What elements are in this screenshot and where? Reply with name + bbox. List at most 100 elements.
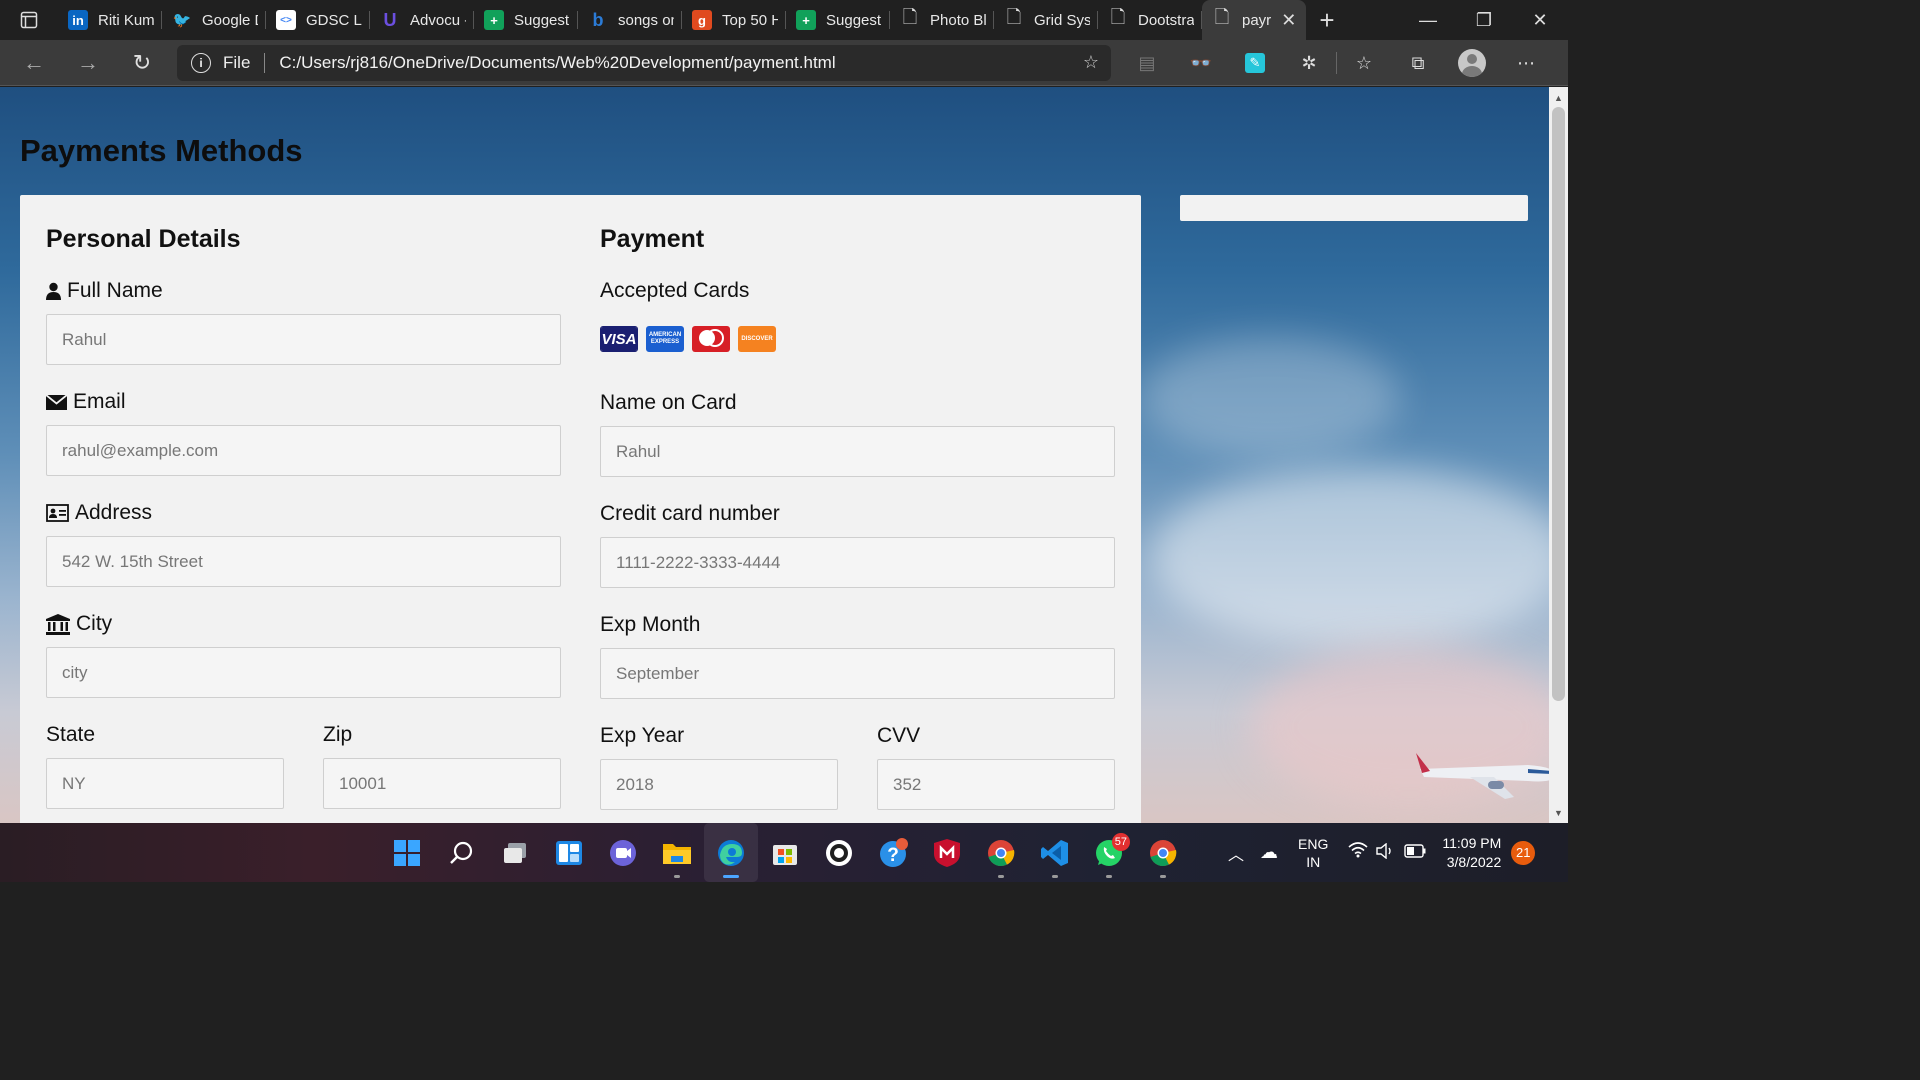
- payment-heading: Payment: [600, 225, 705, 253]
- chrome-icon: [988, 839, 1015, 866]
- forward-button[interactable]: →: [61, 40, 115, 86]
- close-tab-icon[interactable]: ✕: [1281, 10, 1296, 31]
- help-button[interactable]: ?: [866, 823, 920, 882]
- taskbar-apps: ? 57: [380, 823, 1190, 882]
- tab-strip: in Riti Kuma 🐦 Google D <> GDSC Le U Advocu - + S…: [0, 0, 1568, 40]
- wifi-icon[interactable]: [1348, 842, 1368, 863]
- widgets-button[interactable]: [542, 823, 596, 882]
- address-card-icon: [46, 504, 69, 522]
- tab[interactable]: b songs on: [578, 0, 682, 40]
- extensions-puzzle-icon[interactable]: ✲: [1282, 40, 1336, 86]
- tab-label: Top 50 H: [722, 11, 778, 29]
- tab[interactable]: + Suggesti: [786, 0, 890, 40]
- start-button[interactable]: [380, 823, 434, 882]
- refresh-button[interactable]: ↻: [115, 40, 169, 86]
- city-input[interactable]: [46, 647, 561, 698]
- address-label-text: Address: [75, 501, 153, 524]
- tab[interactable]: 🗋 Grid Syst: [994, 0, 1098, 40]
- more-menu-icon[interactable]: ⋯: [1499, 40, 1553, 86]
- volume-icon[interactable]: [1376, 842, 1396, 862]
- toolbar-icons: ▤ 👓 ✎ ✲ ☆ ⧉ ⋯: [1120, 40, 1553, 86]
- minimize-button[interactable]: —: [1400, 0, 1456, 40]
- language-region: IN: [1306, 853, 1321, 870]
- tab[interactable]: in Riti Kuma: [58, 0, 162, 40]
- whatsapp-badge: 57: [1111, 833, 1130, 851]
- city-label: City: [46, 612, 112, 636]
- task-view-button[interactable]: [488, 823, 542, 882]
- restore-button[interactable]: ❐: [1456, 0, 1512, 40]
- name-on-card-input[interactable]: [600, 426, 1115, 477]
- tab-label: payr: [1242, 11, 1272, 29]
- clock[interactable]: 11:09 PM 3/8/2022: [1442, 834, 1501, 872]
- tab[interactable]: 🗋 Dootstra: [1098, 0, 1202, 40]
- cvv-input[interactable]: [877, 759, 1115, 810]
- tab-active[interactable]: 🗋 payr ✕: [1202, 0, 1306, 40]
- page-viewport: Payments Methods Personal Details Full N…: [0, 87, 1549, 823]
- onedrive-cloud-icon[interactable]: ☁: [1260, 842, 1278, 863]
- chrome-icon: [1150, 839, 1177, 866]
- collections-icon[interactable]: ⧉: [1391, 40, 1445, 86]
- search-button[interactable]: [434, 823, 488, 882]
- exp-year-input[interactable]: [600, 759, 838, 810]
- info-icon[interactable]: i: [191, 53, 211, 73]
- system-tray: ︿ ☁ ENG IN 11:09 PM 3/8/2022 21: [1228, 823, 1536, 882]
- extension-glasses-icon[interactable]: 👓: [1174, 40, 1228, 86]
- file-explorer-button[interactable]: [650, 823, 704, 882]
- email-input[interactable]: [46, 425, 561, 476]
- scroll-up-icon[interactable]: ▲: [1549, 89, 1568, 106]
- address-bar[interactable]: i File C:/Users/rj816/OneDrive/Documents…: [177, 45, 1111, 81]
- vscode-button[interactable]: [1028, 823, 1082, 882]
- tab[interactable]: g Top 50 H: [682, 0, 786, 40]
- profile-button[interactable]: [1445, 40, 1499, 86]
- tab[interactable]: 🐦 Google D: [162, 0, 266, 40]
- address-input[interactable]: [46, 536, 561, 587]
- full-name-label-text: Full Name: [67, 279, 163, 302]
- tab[interactable]: + Suggesti: [474, 0, 578, 40]
- extension-pen-icon[interactable]: ✎: [1228, 40, 1282, 86]
- city-label-text: City: [76, 612, 113, 635]
- back-button[interactable]: ←: [7, 40, 61, 86]
- zip-label: Zip: [323, 723, 353, 746]
- institution-icon: [46, 613, 70, 635]
- full-name-input[interactable]: [46, 314, 561, 365]
- page-title: Payments Methods: [20, 133, 303, 168]
- teams-chat-button[interactable]: [596, 823, 650, 882]
- tab-label: GDSC Le: [306, 11, 362, 29]
- exp-month-input[interactable]: [600, 648, 1115, 699]
- card-number-input[interactable]: [600, 537, 1115, 588]
- favorites-icon[interactable]: ☆: [1337, 40, 1391, 86]
- gdsc-icon: <>: [276, 10, 296, 30]
- new-tab-button[interactable]: +: [1306, 0, 1348, 40]
- search-icon: [450, 841, 473, 864]
- tab[interactable]: 🗋 Photo Bl: [890, 0, 994, 40]
- scrollbar-thumb[interactable]: [1552, 107, 1565, 701]
- tab-label: Advocu -: [410, 11, 466, 29]
- scroll-down-icon[interactable]: ▼: [1549, 804, 1568, 821]
- chevron-up-icon[interactable]: ︿: [1228, 841, 1244, 865]
- zip-input[interactable]: [323, 758, 561, 809]
- payment-form-card: Personal Details Full Name Email Addr: [20, 195, 1141, 823]
- battery-icon[interactable]: [1404, 844, 1426, 861]
- vscode-icon: [1041, 839, 1068, 866]
- reading-view-icon[interactable]: ▤: [1120, 40, 1174, 86]
- notification-badge[interactable]: 21: [1511, 840, 1536, 865]
- chrome-button[interactable]: [1136, 823, 1190, 882]
- tab-actions-icon: [20, 11, 38, 29]
- chrome-profile-button[interactable]: [974, 823, 1028, 882]
- app-button[interactable]: [812, 823, 866, 882]
- state-input[interactable]: [46, 758, 284, 809]
- tab[interactable]: <> GDSC Le: [266, 0, 370, 40]
- add-favorite-icon[interactable]: ☆: [1083, 52, 1099, 73]
- tab-actions-button[interactable]: [0, 0, 58, 40]
- tab[interactable]: U Advocu -: [370, 0, 474, 40]
- visa-icon: VISA: [600, 326, 638, 352]
- mcafee-button[interactable]: [920, 823, 974, 882]
- close-window-button[interactable]: ✕: [1512, 0, 1568, 40]
- page-scrollbar[interactable]: ▲ ▼: [1549, 87, 1568, 823]
- whatsapp-button[interactable]: 57: [1082, 823, 1136, 882]
- file-icon: 🗋: [902, 7, 918, 27]
- store-button[interactable]: [758, 823, 812, 882]
- file-icon: 🗋: [1110, 7, 1126, 27]
- edge-button[interactable]: [704, 823, 758, 882]
- language-indicator[interactable]: ENG IN: [1298, 835, 1328, 871]
